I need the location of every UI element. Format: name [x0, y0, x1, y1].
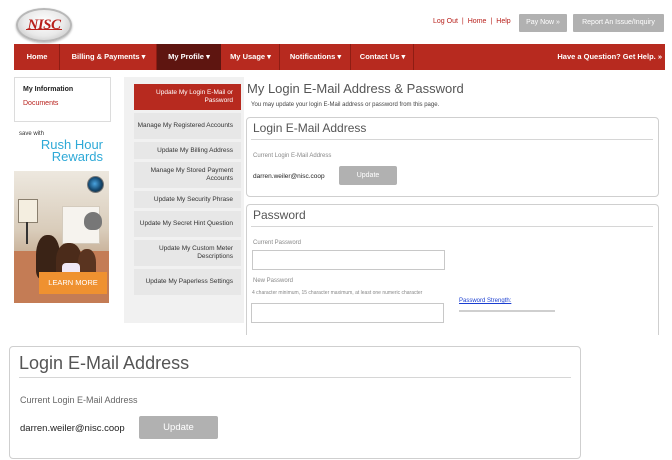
- cat-shape: [84, 212, 102, 230]
- help-link[interactable]: Help: [496, 18, 510, 25]
- nav-contact-us[interactable]: Contact Us ▾: [351, 44, 414, 70]
- panel-title: Password: [253, 208, 306, 222]
- new-password-label: New Password: [253, 278, 294, 284]
- nav-my-profile[interactable]: My Profile ▾: [157, 44, 221, 70]
- divider: |: [461, 18, 464, 25]
- divider: [251, 139, 653, 140]
- current-email-label: Current Login E-Mail Address: [20, 395, 138, 405]
- new-password-input[interactable]: [251, 303, 444, 323]
- current-email-label: Current Login E-Mail Address: [253, 153, 332, 159]
- nav-get-help[interactable]: Have a Question? Get Help. »: [542, 44, 662, 70]
- panel-title: Login E-Mail Address: [253, 121, 367, 135]
- subnav-billing-address[interactable]: Update My Billing Address: [134, 142, 241, 159]
- nav-billing-payments[interactable]: Billing & Payments ▾: [60, 44, 157, 70]
- current-password-label: Current Password: [253, 240, 302, 246]
- thermostat-icon: [87, 176, 104, 193]
- learn-more-button[interactable]: LEARN MORE: [39, 272, 107, 294]
- lamp-icon: [18, 199, 38, 223]
- update-email-button[interactable]: Update: [339, 166, 397, 185]
- login-email-panel-zoom: Login E-Mail Address Current Login E-Mai…: [9, 346, 581, 459]
- subnav-registered-accounts[interactable]: Manage My Registered Accounts: [134, 113, 241, 139]
- subnav-stored-payment[interactable]: Manage My Stored Payment Accounts: [134, 162, 241, 188]
- nav-home[interactable]: Home: [14, 44, 60, 70]
- subnav-update-login[interactable]: Update My Login E-Mail or Password: [134, 84, 241, 110]
- subnav-paperless[interactable]: Update My Paperless Settings: [134, 269, 241, 295]
- logout-link[interactable]: Log Out: [433, 18, 458, 25]
- report-issue-button[interactable]: Report An Issue/Inquiry: [573, 14, 664, 32]
- page-title: My Login E-Mail Address & Password: [247, 81, 464, 96]
- promo-title: Rush Hour Rewards: [40, 137, 103, 164]
- current-email-value: darren.weiler@nisc.coop: [20, 423, 125, 434]
- page-subtitle: You may update your login E-Mail address…: [251, 102, 440, 108]
- divider: [19, 377, 571, 378]
- nav-my-usage[interactable]: My Usage ▾: [221, 44, 280, 70]
- rush-hour-rewards-banner[interactable]: save with Rush Hour Rewards LEARN MORE: [14, 126, 109, 303]
- documents-link[interactable]: Documents: [23, 100, 58, 107]
- pay-now-button[interactable]: Pay Now »: [519, 14, 567, 32]
- divider: |: [490, 18, 493, 25]
- subnav-secret-hint[interactable]: Update My Secret Hint Question: [134, 211, 241, 237]
- password-hint: 4 character minimum, 15 character maximu…: [252, 290, 423, 296]
- current-email-value: darren.weiler@nisc.coop: [253, 173, 325, 180]
- lamp-stand: [26, 222, 28, 244]
- nisc-logo[interactable]: NISC: [16, 8, 72, 42]
- nav-notifications[interactable]: Notifications ▾: [280, 44, 351, 70]
- login-email-panel: Login E-Mail Address Current Login E-Mai…: [246, 117, 659, 197]
- profile-subnav: Update My Login E-Mail or Password Manag…: [124, 77, 244, 323]
- subnav-meter-descriptions[interactable]: Update My Custom Meter Descriptions: [134, 240, 241, 266]
- top-links: Log Out | Home | Help: [433, 18, 511, 25]
- password-strength-meter: [459, 310, 555, 312]
- subnav-security-phrase[interactable]: Update My Security Phrase: [134, 191, 241, 208]
- password-strength-label: Password Strength:: [459, 298, 512, 304]
- panel-title: Login E-Mail Address: [19, 353, 190, 373]
- profile-menu: My Information Documents: [14, 77, 111, 122]
- my-information-link[interactable]: My Information: [23, 86, 73, 93]
- update-email-button[interactable]: Update: [139, 416, 218, 439]
- divider: [251, 226, 653, 227]
- current-password-input[interactable]: [252, 250, 445, 270]
- main-nav: Home Billing & Payments ▾ My Profile ▾ M…: [14, 44, 665, 70]
- home-link[interactable]: Home: [468, 18, 487, 25]
